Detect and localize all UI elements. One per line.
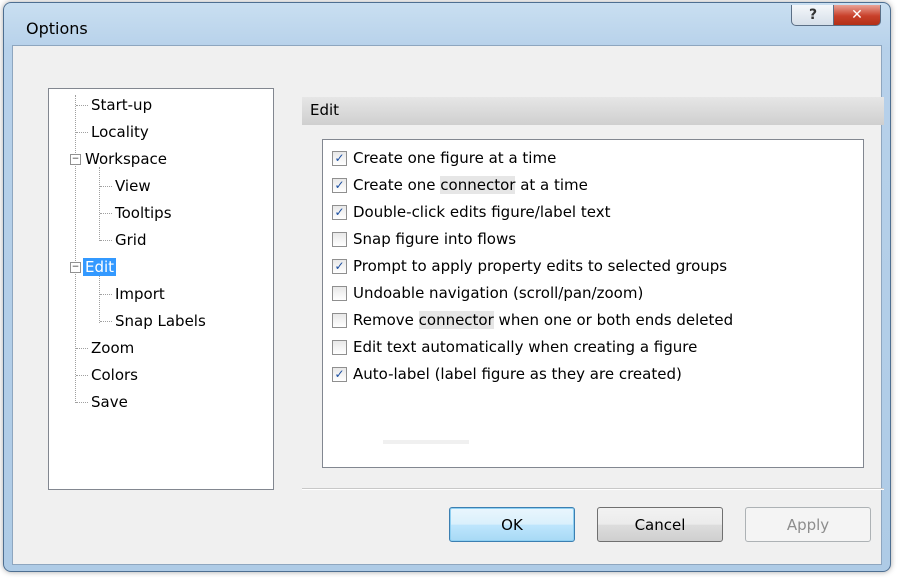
option-label: Remove connector when one or both ends d…	[353, 311, 734, 329]
tree-item-label: Colors	[91, 366, 138, 384]
tree-line	[100, 186, 112, 187]
tree-line	[75, 95, 76, 403]
option-prompt-apply-property-edits[interactable]: ✓ Prompt to apply property edits to sele…	[332, 254, 727, 278]
checkbox[interactable]	[332, 339, 347, 355]
help-button[interactable]: ?	[791, 5, 835, 26]
checkbox[interactable]	[332, 231, 347, 247]
tree-item-workspace[interactable]: Workspace	[83, 148, 169, 170]
checkbox[interactable]: ✓	[332, 258, 347, 274]
option-remove-connector[interactable]: Remove connector when one or both ends d…	[332, 308, 733, 332]
option-create-one-figure[interactable]: ✓ Create one figure at a time	[332, 146, 556, 170]
checkbox[interactable]: ✓	[332, 366, 347, 382]
tree-line	[100, 294, 112, 295]
tree-item-label: Save	[91, 393, 128, 411]
tree-line	[99, 275, 100, 323]
divider	[302, 488, 884, 490]
tree-item-label: Grid	[115, 231, 147, 249]
checkbox[interactable]: ✓	[332, 177, 347, 193]
tree-item-edit[interactable]: Edit	[83, 256, 117, 278]
option-label: Create one figure at a time	[353, 149, 557, 167]
ok-button[interactable]: OK	[449, 507, 575, 542]
options-tree[interactable]: − − Start-up Locality Workspace View Too…	[48, 88, 274, 490]
checkbox[interactable]	[332, 312, 347, 328]
tree-line	[76, 402, 88, 403]
option-label: Edit text automatically when creating a …	[353, 338, 698, 356]
tree-item-tooltips[interactable]: Tooltips	[113, 202, 174, 224]
tree-item-locality[interactable]: Locality	[89, 121, 151, 143]
tree-line	[76, 348, 88, 349]
option-label: Auto-label (label figure as they are cre…	[353, 365, 682, 383]
option-label: Snap figure into flows	[353, 230, 517, 248]
option-label: Undoable navigation (scroll/pan/zoom)	[353, 284, 644, 302]
window-title: Options	[26, 19, 88, 38]
collapse-icon[interactable]: −	[70, 262, 81, 273]
apply-button[interactable]: Apply	[745, 507, 871, 542]
tree-line	[76, 375, 88, 376]
close-button[interactable]: ✕	[833, 5, 881, 26]
help-icon: ?	[808, 7, 818, 23]
option-double-click-edits[interactable]: ✓ Double-click edits figure/label text	[332, 200, 610, 224]
tree-line	[100, 213, 112, 214]
option-edit-text-automatically[interactable]: Edit text automatically when creating a …	[332, 335, 697, 359]
dialog-body: − − Start-up Locality Workspace View Too…	[12, 45, 884, 565]
tree-item-save[interactable]: Save	[89, 391, 130, 413]
option-snap-figure-into-flows[interactable]: Snap figure into flows	[332, 227, 516, 251]
option-label: Double-click edits figure/label text	[353, 203, 611, 221]
tree-line	[100, 321, 112, 322]
checkmark-icon: ✓	[334, 205, 345, 219]
tree-item-label: View	[115, 177, 151, 195]
collapse-icon[interactable]: −	[70, 154, 81, 165]
tree-line	[99, 167, 100, 241]
options-dialog: Options ? ✕ − − Start-up Locality Worksp…	[3, 2, 891, 572]
tree-item-label: Zoom	[91, 339, 135, 357]
tree-item-label: Import	[115, 285, 165, 303]
tree-item-label: Snap Labels	[115, 312, 206, 330]
checkbox[interactable]	[332, 285, 347, 301]
checkmark-icon: ✓	[334, 367, 345, 381]
tree-item-label: Tooltips	[115, 204, 172, 222]
tree-item-startup[interactable]: Start-up	[89, 94, 154, 116]
cancel-button[interactable]: Cancel	[597, 507, 723, 542]
section-header: Edit	[302, 97, 884, 125]
tree-item-import[interactable]: Import	[113, 283, 167, 305]
tree-item-grid[interactable]: Grid	[113, 229, 148, 251]
divider	[383, 440, 469, 444]
checkbox[interactable]: ✓	[332, 150, 347, 166]
option-create-one-connector[interactable]: ✓ Create one connector at a time	[332, 173, 588, 197]
tree-item-colors[interactable]: Colors	[89, 364, 140, 386]
tree-line	[76, 105, 88, 106]
checkmark-icon: ✓	[334, 259, 345, 273]
checkmark-icon: ✓	[334, 178, 345, 192]
tree-item-view[interactable]: View	[113, 175, 153, 197]
option-label: Prompt to apply property edits to select…	[353, 257, 728, 275]
tree-item-zoom[interactable]: Zoom	[89, 337, 136, 359]
tree-item-label: Start-up	[91, 96, 153, 114]
tree-item-snap-labels[interactable]: Snap Labels	[113, 310, 208, 332]
option-label: Create one connector at a time	[353, 176, 588, 194]
options-list: ✓ Create one figure at a time ✓ Create o…	[322, 139, 864, 468]
tree-item-label: Locality	[91, 123, 149, 141]
option-auto-label[interactable]: ✓ Auto-label (label figure as they are c…	[332, 362, 682, 386]
close-icon: ✕	[851, 7, 863, 23]
option-undoable-navigation[interactable]: Undoable navigation (scroll/pan/zoom)	[332, 281, 643, 305]
tree-line	[76, 132, 88, 133]
tree-item-label: Edit	[83, 258, 117, 276]
tree-item-label: Workspace	[85, 150, 167, 168]
checkmark-icon: ✓	[334, 151, 345, 165]
checkbox[interactable]: ✓	[332, 204, 347, 220]
tree-line	[100, 240, 112, 241]
